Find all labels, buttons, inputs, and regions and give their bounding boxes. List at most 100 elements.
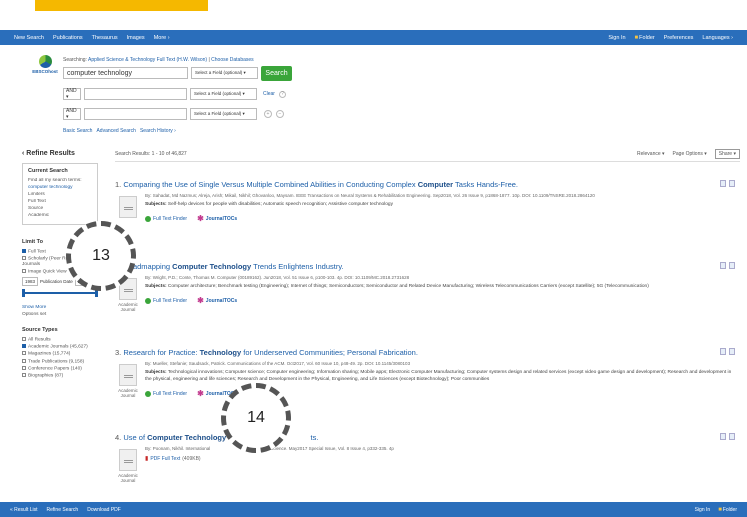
preview-icon[interactable] [720, 433, 726, 440]
result-4-title[interactable]: 4. Use of Computer Technology fots. [115, 433, 740, 442]
preview-icon[interactable] [720, 262, 726, 269]
find-all-terms-label: Find all my search terms: [28, 178, 82, 183]
full-text-checkbox[interactable] [22, 249, 26, 253]
source-conference[interactable]: Conference Papers (140) [22, 365, 98, 371]
ebsco-logo-icon [38, 55, 52, 68]
footer-sign-in-link[interactable]: Sign In [695, 507, 711, 513]
result-list-link[interactable]: « Result List [10, 507, 38, 513]
journaltocs-icon: ✱ [197, 296, 204, 305]
source-biographies[interactable]: Biographies (87) [22, 373, 98, 378]
source-label: Source [28, 206, 44, 211]
languages-menu[interactable]: Languages › [702, 35, 733, 41]
ebsco-logo[interactable]: EBSCOhost [30, 55, 60, 74]
refine-search-link[interactable]: Refine Search [47, 507, 79, 513]
result-3-thumbnail[interactable] [119, 364, 137, 386]
pdf-full-text-link[interactable]: ▮ PDF Full Text (409KB) [145, 455, 201, 463]
conference-checkbox[interactable] [22, 365, 26, 370]
bottom-toolbar: « Result List Refine Search Download PDF… [0, 502, 747, 517]
source-magazines[interactable]: Magazines (15,774) [22, 351, 98, 357]
publication-date-label: Publication Date [40, 278, 73, 284]
nav-more[interactable]: More › [154, 35, 170, 41]
nav-thesaurus[interactable]: Thesaurus [92, 35, 118, 41]
folder-icon: ■ [718, 506, 722, 513]
add-row-icon[interactable]: + [264, 110, 272, 118]
nav-images[interactable]: Images [127, 35, 145, 41]
add-to-folder-icon[interactable] [729, 433, 735, 440]
full-text-finder-link[interactable]: Full Text Finder [145, 391, 187, 397]
result-2-title[interactable]: 2. Roadmapping Computer Technology Trend… [115, 262, 740, 271]
result-item-4: 4. Use of Computer Technology fots. Acad… [115, 433, 740, 483]
result-1-title[interactable]: 1. Comparing the Use of Single Versus Mu… [115, 180, 740, 189]
search-input-2[interactable] [84, 88, 187, 100]
folder-link[interactable]: ■Folder [635, 35, 655, 41]
field-select-3[interactable]: Select a Field (optional) ▾ [190, 108, 257, 120]
limiters-label: Limiters [28, 192, 45, 197]
result-1-meta: By: Sahadat, Md Nazmus; Alreja, Arish; M… [145, 193, 595, 198]
preview-icon[interactable] [720, 180, 726, 187]
searching-line: Searching: Applied Science & Technology … [63, 57, 254, 63]
academic-journals-checkbox[interactable] [22, 344, 26, 349]
result-3-title[interactable]: 3. Research for Practice: Technology for… [115, 348, 740, 357]
limiter-full-text: Full Text [28, 199, 46, 204]
relevance-sort[interactable]: Relevance ▾ [637, 151, 665, 157]
sign-in-link[interactable]: Sign In [608, 35, 625, 41]
search-history-link[interactable]: Search History › [140, 128, 176, 134]
field-select-2[interactable]: Select a Field (optional) ▾ [190, 88, 257, 100]
show-more-link[interactable]: Show More [22, 305, 98, 310]
date-slider[interactable] [22, 288, 98, 297]
add-to-folder-icon[interactable] [729, 180, 735, 187]
full-text-finder-link[interactable]: Full Text Finder [145, 216, 187, 222]
refine-results-title[interactable]: ‹ Refine Results [22, 150, 98, 157]
nav-new-search[interactable]: New Search [14, 35, 44, 41]
results-bar: Search Results: 1 - 10 of 46,827 Relevan… [115, 148, 740, 162]
add-to-folder-icon[interactable] [729, 348, 735, 355]
source-trade[interactable]: Trade Publications (9,158) [22, 358, 98, 364]
result-1-subjects: Subjects: Self-help devices for people w… [145, 202, 393, 207]
biographies-checkbox[interactable] [22, 373, 26, 378]
preferences-link[interactable]: Preferences [664, 35, 694, 41]
add-to-folder-icon[interactable] [729, 262, 735, 269]
share-button[interactable]: Share ▾ [714, 148, 740, 159]
trade-checkbox[interactable] [22, 358, 26, 363]
search-button[interactable]: Search [261, 65, 292, 81]
boolean-select-2[interactable]: AND ▾ [63, 88, 81, 100]
search-term-link[interactable]: computer technology [28, 185, 92, 190]
slider-handle-start[interactable] [22, 288, 25, 297]
result-2-icons [720, 262, 735, 269]
result-3-subjects: Subjects: Technological innovations; Com… [145, 370, 732, 382]
date-from-input[interactable]: 1983 [22, 276, 39, 286]
source-academic-journals[interactable]: Academic Journals (45,627) [22, 344, 98, 349]
advanced-search-link[interactable]: Advanced Search [96, 128, 135, 134]
full-text-finder-link[interactable]: Full Text Finder [145, 298, 187, 304]
remove-row-icon[interactable]: − [276, 110, 284, 118]
page-options[interactable]: Page Options ▾ [673, 151, 707, 157]
all-results-checkbox[interactable] [22, 336, 26, 341]
database-name: Applied Science & Technology Full Text (… [88, 57, 208, 63]
download-pdf-link[interactable]: Download PDF [87, 507, 121, 513]
result-4-thumbnail[interactable] [119, 449, 137, 471]
options-set-label: Options set [22, 311, 47, 317]
magazines-checkbox[interactable] [22, 351, 26, 356]
top-nav-bar: New Search Publications Thesaurus Images… [0, 30, 747, 45]
result-1-thumbnail[interactable] [119, 196, 137, 218]
search-input[interactable]: computer technology [63, 67, 188, 79]
full-text-finder-icon [145, 298, 151, 304]
choose-databases-link[interactable]: Choose Databases [211, 57, 254, 63]
help-icon[interactable]: ? [278, 90, 286, 98]
nav-publications[interactable]: Publications [53, 35, 83, 41]
basic-search-link[interactable]: Basic Search [63, 128, 92, 134]
image-quick-view-checkbox[interactable] [22, 268, 26, 273]
boolean-select-3[interactable]: AND ▾ [63, 108, 81, 120]
journaltocs-link[interactable]: ✱ JournalTOCs [197, 296, 237, 305]
footer-folder-link[interactable]: ■Folder [718, 507, 737, 513]
field-select-1[interactable]: Select a Field (optional) ▾ [191, 67, 258, 79]
scholarly-checkbox[interactable] [22, 256, 26, 261]
source-all-results[interactable]: All Results [22, 336, 98, 342]
journaltocs-link[interactable]: ✱ JournalTOCs [197, 215, 237, 223]
result-2-meta: By: Wright, P.D.; Conte, Thomas M. Compu… [145, 275, 410, 280]
preview-icon[interactable] [720, 348, 726, 355]
full-text-finder-icon [145, 216, 151, 222]
search-input-3[interactable] [84, 108, 187, 120]
clear-link[interactable]: Clear [263, 91, 275, 97]
searching-label: Searching: [63, 57, 87, 63]
